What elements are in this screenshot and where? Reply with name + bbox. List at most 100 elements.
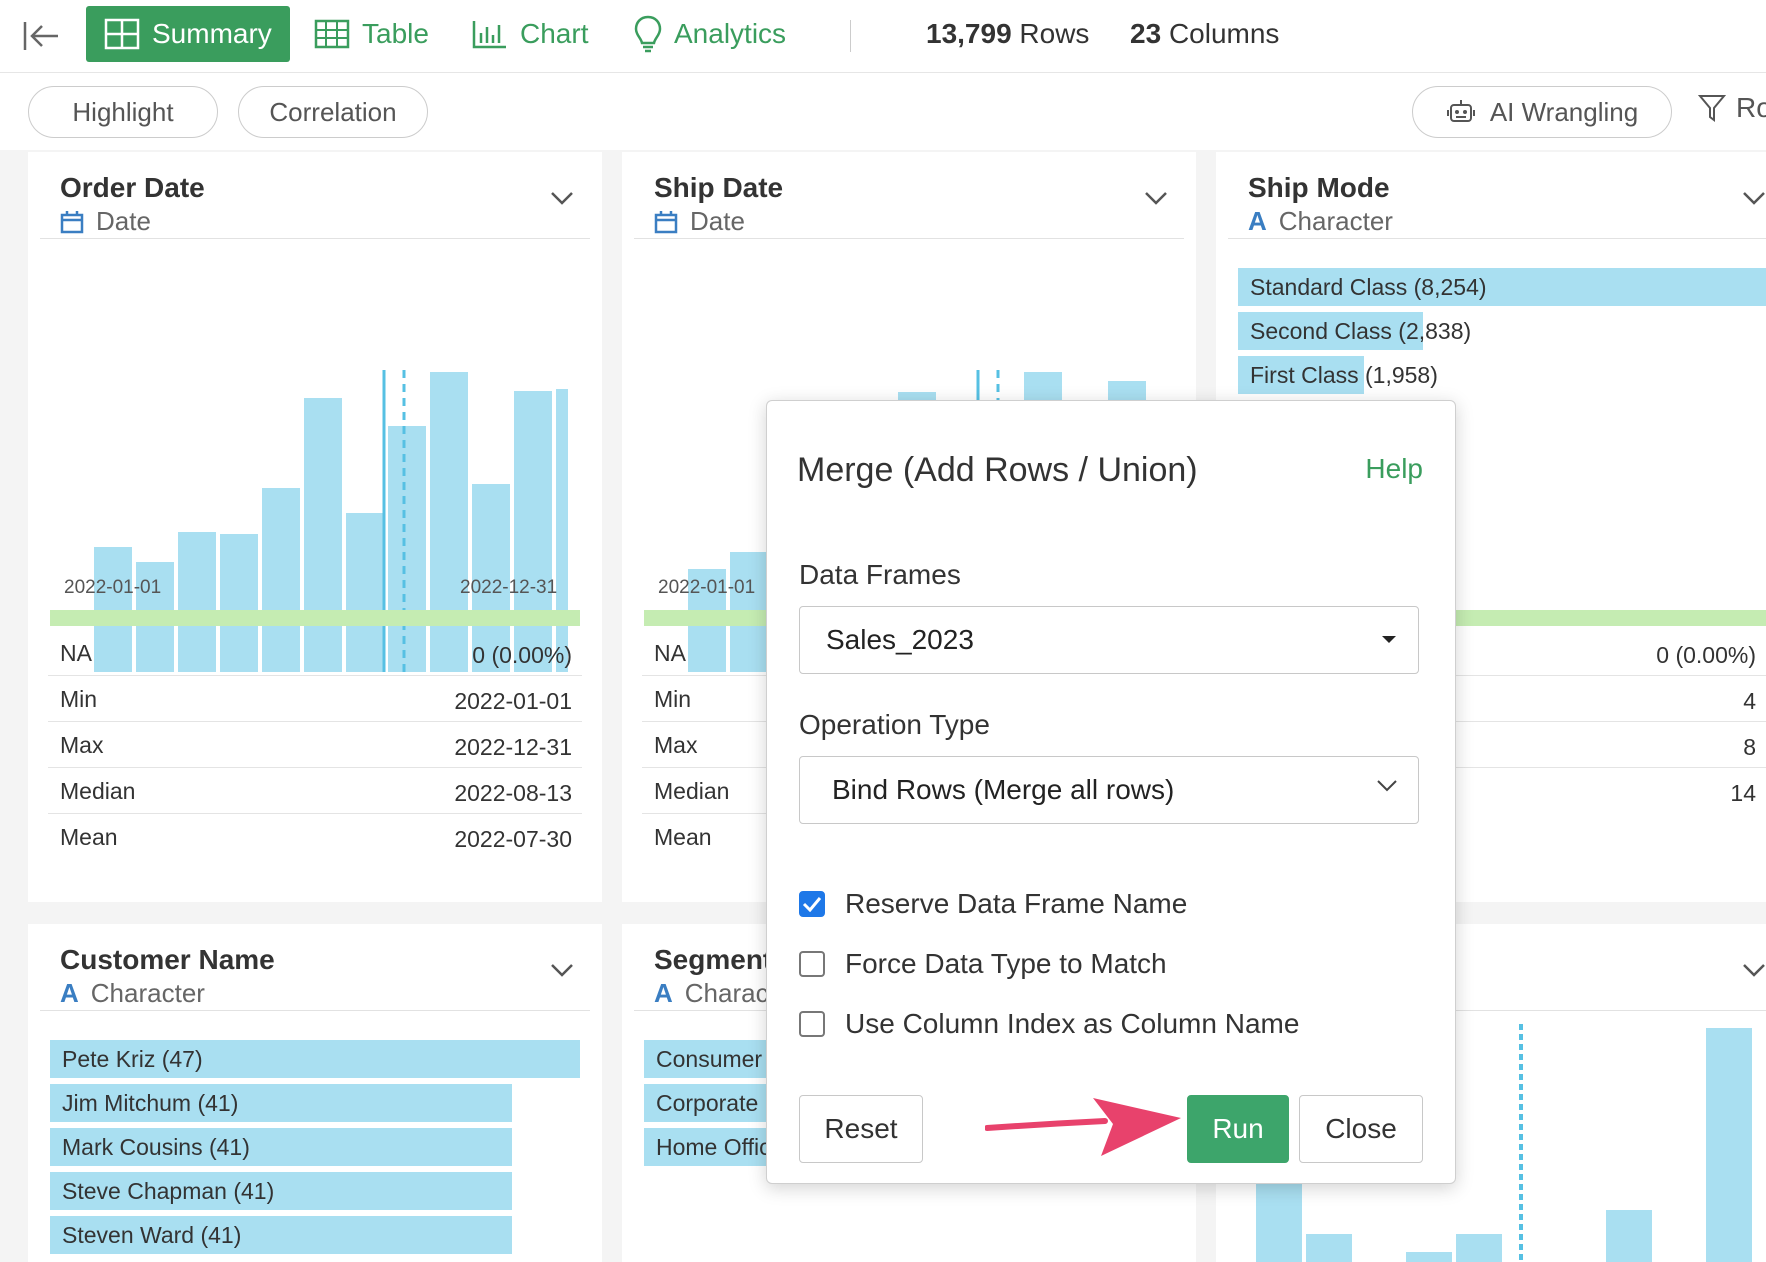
force-type-checkbox[interactable]: [799, 951, 825, 977]
histogram-bar[interactable]: [1606, 1210, 1652, 1262]
category-bar[interactable]: Mark Cousins (41): [50, 1128, 512, 1166]
histogram-bar[interactable]: [1406, 1252, 1452, 1262]
highlight-button[interactable]: Highlight: [28, 86, 218, 138]
column-type: A Character: [1248, 206, 1393, 237]
tab-analytics-label: Analytics: [674, 18, 787, 49]
stat-key: Max: [60, 732, 104, 758]
chevron-down-icon: [1377, 780, 1397, 792]
stat-value: 2022-08-13: [454, 780, 572, 806]
ai-wrangling-button[interactable]: AI Wrangling: [1412, 86, 1672, 138]
tab-chart[interactable]: Chart: [472, 6, 588, 62]
column-type: A Character: [60, 978, 205, 1009]
stat-row-max: Max 2022-12-31: [48, 722, 582, 768]
tab-table[interactable]: Table: [314, 6, 429, 62]
column-title: Customer Name: [60, 944, 275, 975]
axis-start-label: 2022-01-01: [658, 577, 756, 598]
calendar-icon: [60, 210, 84, 233]
column-type: Date: [654, 206, 745, 237]
stat-value: 0 (0.00%): [472, 642, 572, 668]
tab-summary[interactable]: Summary: [86, 6, 290, 62]
force-type-option[interactable]: Force Data Type to Match: [799, 948, 1167, 980]
chart-icon: [472, 21, 506, 49]
stat-key: Min: [654, 686, 692, 712]
dialog-title: Merge (Add Rows / Union): [797, 451, 1198, 489]
column-type-label: Character: [90, 978, 205, 1008]
column-type: Date: [60, 206, 151, 237]
category-bar[interactable]: Steve Chapman (41): [50, 1172, 512, 1210]
operation-type-select[interactable]: Bind Rows (Merge all rows): [799, 756, 1419, 824]
column-title: Segment: [654, 944, 773, 975]
stat-key: Median: [60, 778, 136, 804]
toolbar-divider: [850, 20, 851, 52]
column-card-order-date: Order Date Date 2022-01-01 2022-12-31 NA…: [28, 152, 602, 902]
operation-type-value: Bind Rows (Merge all rows): [832, 774, 1175, 805]
chevron-down-icon[interactable]: [550, 962, 574, 983]
filter-button[interactable]: Ro: [1698, 92, 1766, 124]
stat-value: 8: [1743, 734, 1756, 760]
stat-row-min: Min 2022-01-01: [48, 676, 582, 722]
completeness-bar: [50, 610, 580, 626]
data-frames-label: Data Frames: [799, 559, 961, 590]
data-frames-value: Sales_2023: [826, 624, 974, 655]
column-index-checkbox[interactable]: [799, 1011, 825, 1037]
data-frames-select[interactable]: Sales_2023: [799, 606, 1419, 674]
stat-row-na: NA 0 (0.00%): [48, 630, 582, 676]
filter-icon: [1698, 95, 1726, 122]
close-button[interactable]: Close: [1299, 1095, 1423, 1163]
stat-row-median: Median 2022-08-13: [48, 768, 582, 814]
stat-key: Min: [60, 686, 98, 712]
category-bar[interactable]: Standard Class (8,254): [1238, 268, 1766, 306]
ai-wrangling-label: AI Wrangling: [1489, 96, 1639, 127]
divider: [1228, 238, 1766, 239]
histogram: [94, 370, 568, 672]
reset-button[interactable]: Reset: [799, 1095, 923, 1163]
run-button[interactable]: Run: [1187, 1095, 1289, 1163]
operation-type-label: Operation Type: [799, 709, 990, 740]
tab-analytics[interactable]: Analytics: [634, 6, 786, 62]
column-type-label: Date: [690, 206, 745, 236]
character-type-icon: A: [1248, 206, 1267, 236]
histogram-bar[interactable]: [1306, 1234, 1352, 1262]
stat-value: 0 (0.00%): [1656, 642, 1756, 668]
histogram-bar[interactable]: [1706, 1028, 1752, 1262]
category-bar[interactable]: Second Class (2,838): [1238, 312, 1471, 350]
category-bar[interactable]: Jim Mitchum (41): [50, 1084, 512, 1122]
stat-value: 14: [1730, 780, 1756, 806]
category-bar[interactable]: Pete Kriz (47): [50, 1040, 580, 1078]
tab-table-label: Table: [362, 18, 429, 49]
columns-count-number: 23: [1130, 18, 1162, 49]
histogram-bar[interactable]: [430, 372, 468, 672]
checkmark-icon: [802, 897, 822, 912]
stat-value: 2022-07-30: [454, 826, 572, 852]
reserve-name-label: Reserve Data Frame Name: [845, 888, 1188, 919]
category-bar[interactable]: Steven Ward (41): [50, 1216, 512, 1254]
divider: [634, 238, 1184, 239]
stat-key: Mean: [654, 824, 712, 850]
filter-label: Ro: [1736, 92, 1766, 123]
tab-chart-label: Chart: [520, 18, 589, 49]
columns-count: 23 Columns: [1130, 18, 1279, 50]
annotation-arrow-icon: [985, 1098, 1181, 1156]
correlation-button[interactable]: Correlation: [238, 86, 428, 138]
help-link[interactable]: Help: [1365, 453, 1423, 485]
axis-start-label: 2022-01-01: [64, 577, 162, 598]
reserve-name-option[interactable]: Reserve Data Frame Name: [799, 888, 1187, 920]
chevron-down-icon[interactable]: [1742, 962, 1766, 983]
character-type-icon: A: [60, 978, 79, 1008]
columns-count-word: Columns: [1168, 18, 1280, 49]
category-bar[interactable]: First Class (1,958): [1238, 356, 1438, 394]
stat-value: 2022-12-31: [454, 734, 572, 760]
column-index-option[interactable]: Use Column Index as Column Name: [799, 1008, 1299, 1040]
reserve-name-checkbox[interactable]: [799, 891, 825, 917]
stat-value: 4: [1743, 688, 1756, 714]
column-card-customer-name: Customer Name A Character Pete Kriz (47)…: [28, 924, 602, 1262]
merge-dialog: Merge (Add Rows / Union) Help Data Frame…: [766, 400, 1456, 1184]
chevron-down-icon[interactable]: [550, 190, 574, 211]
histogram-bar[interactable]: [1456, 1234, 1502, 1262]
collapse-left-icon[interactable]: [22, 18, 62, 54]
column-type-label: Character: [1278, 206, 1393, 236]
chevron-down-icon[interactable]: [1144, 190, 1168, 211]
stat-key: Max: [654, 732, 698, 758]
axis-end-label: 2022-12-31: [460, 577, 558, 598]
chevron-down-icon[interactable]: [1742, 190, 1766, 211]
